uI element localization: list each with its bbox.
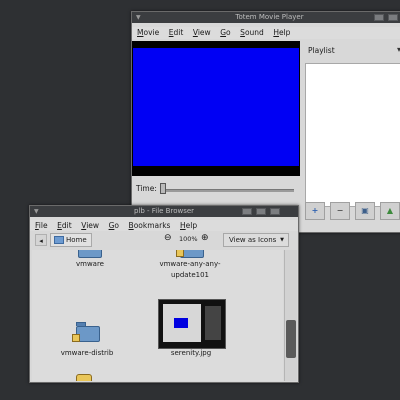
totem-menubar: Movie Edit View Go Sound Help — [132, 27, 400, 39]
maximize-button[interactable] — [256, 208, 266, 215]
home-button[interactable]: Home — [50, 233, 92, 247]
file-label-serenity[interactable]: serenity.jpg — [156, 348, 226, 359]
file-label-vmware-distrib[interactable]: vmware-distrib — [50, 348, 124, 359]
totem-titlebar[interactable]: ▼ Totem Movie Player — [132, 12, 400, 23]
menu-edit[interactable]: Edit — [169, 27, 184, 39]
location-toolbar: ◂ Home ⊖ 100% ⊕ View as Icons ▼ — [30, 231, 298, 249]
zoom-out-icon[interactable]: ⊖ — [164, 233, 172, 243]
video-area[interactable] — [132, 41, 300, 176]
file-label-vmware[interactable]: vmware — [58, 259, 122, 270]
remove-icon[interactable]: − — [330, 202, 350, 220]
file-browser-title: plb - File Browser — [133, 207, 195, 215]
minimize-button[interactable] — [374, 14, 384, 21]
menu-sound[interactable]: Sound — [240, 27, 264, 39]
vertical-scrollbar[interactable] — [284, 250, 297, 381]
menu-movie[interactable]: Movie — [137, 27, 159, 39]
playlist-pane: Playlist ▾ — [303, 41, 400, 207]
window-menu-icon[interactable]: ▼ — [136, 12, 141, 23]
home-label: Home — [66, 236, 87, 244]
playlist-label[interactable]: Playlist — [308, 46, 335, 55]
menu-view[interactable]: View — [193, 27, 211, 39]
time-label: Time: — [136, 184, 157, 193]
window-menu-icon[interactable]: ▼ — [34, 206, 39, 217]
totem-title: Totem Movie Player — [235, 13, 304, 21]
folder-icon[interactable] — [78, 250, 102, 258]
file-browser-window: ▼ plb - File Browser File Edit View Go B… — [29, 205, 299, 383]
view-mode-select[interactable]: View as Icons ▼ — [223, 233, 289, 247]
home-folder-icon — [54, 236, 64, 244]
image-thumbnail[interactable] — [158, 299, 226, 349]
zoom-level[interactable]: 100% — [179, 235, 198, 243]
totem-window: ▼ Totem Movie Player Movie Edit View Go … — [131, 11, 400, 233]
move-up-icon[interactable]: ▲ — [380, 202, 400, 220]
menu-go[interactable]: Go — [220, 27, 230, 39]
save-icon[interactable]: ▣ — [355, 202, 375, 220]
thumbnail-panel — [205, 306, 221, 340]
partial-item-icon[interactable] — [76, 374, 92, 381]
chevron-down-icon: ▼ — [280, 237, 284, 243]
thumbnail-video — [174, 318, 188, 328]
close-button[interactable] — [270, 208, 280, 215]
maximize-button[interactable] — [388, 14, 398, 21]
scrollbar-thumb[interactable] — [286, 320, 296, 358]
file-label-vmware-any-any-update101[interactable]: vmware-any-any-update101 — [156, 259, 224, 281]
add-icon[interactable]: + — [305, 202, 325, 220]
file-icon-view[interactable]: vmware vmware-any-any-update101 vmware-d… — [32, 250, 283, 381]
video-frame — [133, 48, 299, 166]
seek-handle[interactable] — [160, 183, 166, 194]
zoom-in-icon[interactable]: ⊕ — [201, 233, 209, 243]
seek-bar[interactable] — [162, 189, 294, 192]
view-mode-label: View as Icons — [229, 236, 277, 244]
menu-help[interactable]: Help — [273, 27, 290, 39]
file-browser-titlebar[interactable]: ▼ plb - File Browser — [30, 206, 298, 217]
lock-icon — [72, 334, 80, 342]
playlist-list[interactable] — [305, 63, 400, 207]
minimize-button[interactable] — [242, 208, 252, 215]
lock-icon — [176, 250, 184, 257]
back-icon[interactable]: ◂ — [35, 234, 47, 246]
